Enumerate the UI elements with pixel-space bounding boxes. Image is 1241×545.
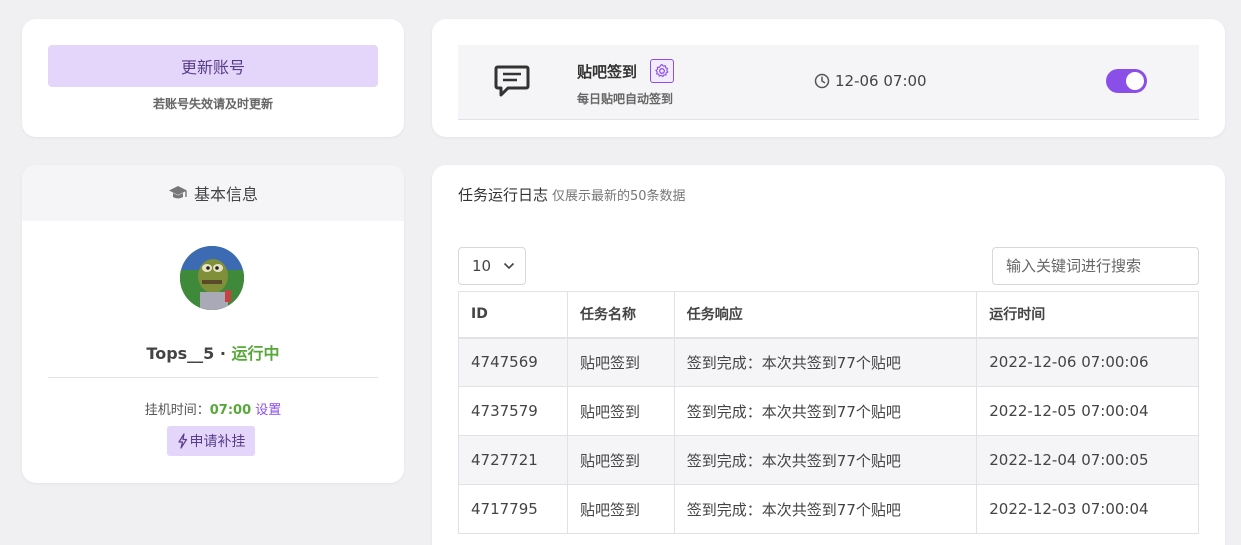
- chevron-down-icon: [504, 262, 515, 270]
- chat-icon: [494, 65, 530, 97]
- hang-setting-link[interactable]: 设置: [255, 403, 281, 418]
- table-row: 4737579 贴吧签到 签到完成：本次共签到77个贴吧 2022-12-05 …: [458, 386, 1199, 436]
- task-time: 12-06 07:00: [814, 72, 927, 90]
- username: Tops__5: [146, 344, 215, 363]
- lightning-icon: [177, 433, 187, 449]
- cell-response: 签到完成：本次共签到77个贴吧: [673, 386, 978, 436]
- column-header-time[interactable]: 运行时间: [976, 291, 1199, 339]
- cell-name: 贴吧签到: [566, 435, 675, 485]
- cell-response: 签到完成：本次共签到77个贴吧: [673, 435, 978, 485]
- graduation-cap-icon: [168, 186, 187, 199]
- basic-info-card: 基本信息 Tops__5 · 运行中 挂机时间：07:00 设置 申请补挂: [22, 165, 404, 483]
- column-header-response[interactable]: 任务响应: [673, 291, 978, 339]
- user-line: Tops__5 · 运行中: [22, 340, 404, 364]
- task-log-card: 任务运行日志仅展示最新的50条数据 10 ID 任务名称 任务响应 运行时间 4…: [432, 165, 1225, 545]
- table-row: 4717795 贴吧签到 签到完成：本次共签到77个贴吧 2022-12-03 …: [458, 484, 1199, 534]
- log-title-text: 任务运行日志: [458, 186, 549, 204]
- cell-response: 签到完成：本次共签到77个贴吧: [673, 337, 978, 387]
- cell-id: 4717795: [458, 484, 568, 534]
- update-account-card: 更新账号 若账号失效请及时更新: [22, 19, 404, 137]
- task-row: 贴吧签到 每日贴吧自动签到 12-06 07:00: [458, 45, 1199, 120]
- task-description: 每日贴吧自动签到: [577, 92, 674, 106]
- column-header-id[interactable]: ID: [458, 291, 568, 339]
- task-enable-toggle[interactable]: [1106, 69, 1147, 93]
- cell-time: 2022-12-04 07:00:05: [976, 435, 1199, 485]
- log-title: 任务运行日志 仅展示最新的50条数据: [458, 184, 686, 205]
- gear-icon[interactable]: [650, 59, 674, 83]
- table-row: 4727721 贴吧签到 签到完成：本次共签到77个贴吧 2022-12-04 …: [458, 435, 1199, 485]
- cell-id: 4737579: [458, 386, 568, 436]
- cell-time: 2022-12-06 07:00:06: [976, 337, 1199, 387]
- divider: [48, 377, 378, 378]
- cell-name: 贴吧签到: [566, 484, 675, 534]
- clock-icon: [814, 73, 830, 89]
- task-card: 贴吧签到 每日贴吧自动签到 12-06 07:00: [432, 19, 1225, 137]
- cell-id: 4727721: [458, 435, 568, 485]
- update-hint: 若账号失效请及时更新: [152, 97, 273, 111]
- cell-name: 贴吧签到: [566, 337, 675, 387]
- log-subtitle: 仅展示最新的50条数据: [552, 189, 686, 204]
- apply-button-label: 申请补挂: [189, 434, 246, 450]
- cell-time: 2022-12-05 07:00:04: [976, 386, 1199, 436]
- info-header-title: 基本信息: [193, 185, 258, 204]
- apply-rehang-button[interactable]: 申请补挂: [167, 426, 255, 456]
- log-table: ID 任务名称 任务响应 运行时间 4747569 贴吧签到 签到完成：本次共签…: [458, 291, 1199, 534]
- separator: ·: [219, 344, 226, 363]
- page-size-value: 10: [472, 257, 492, 275]
- search-input[interactable]: [992, 247, 1199, 285]
- avatar: [180, 246, 244, 310]
- cell-response: 签到完成：本次共签到77个贴吧: [673, 484, 978, 534]
- info-header: 基本信息: [22, 165, 404, 221]
- hang-time: 07:00: [209, 403, 252, 418]
- cell-time: 2022-12-03 07:00:04: [976, 484, 1199, 534]
- status-badge: 运行中: [231, 344, 280, 363]
- column-header-name[interactable]: 任务名称: [566, 291, 675, 339]
- cell-name: 贴吧签到: [566, 386, 675, 436]
- hang-time-line: 挂机时间：07:00 设置: [22, 399, 404, 418]
- hang-label: 挂机时间：: [144, 403, 210, 418]
- page-size-select[interactable]: 10: [458, 247, 526, 285]
- update-account-button[interactable]: 更新账号: [48, 45, 378, 87]
- table-header-row: ID 任务名称 任务响应 运行时间: [458, 291, 1199, 339]
- cell-id: 4747569: [458, 337, 568, 387]
- task-name: 贴吧签到: [577, 63, 638, 81]
- table-row: 4747569 贴吧签到 签到完成：本次共签到77个贴吧 2022-12-06 …: [458, 337, 1199, 387]
- task-time-value: 12-06 07:00: [835, 72, 927, 90]
